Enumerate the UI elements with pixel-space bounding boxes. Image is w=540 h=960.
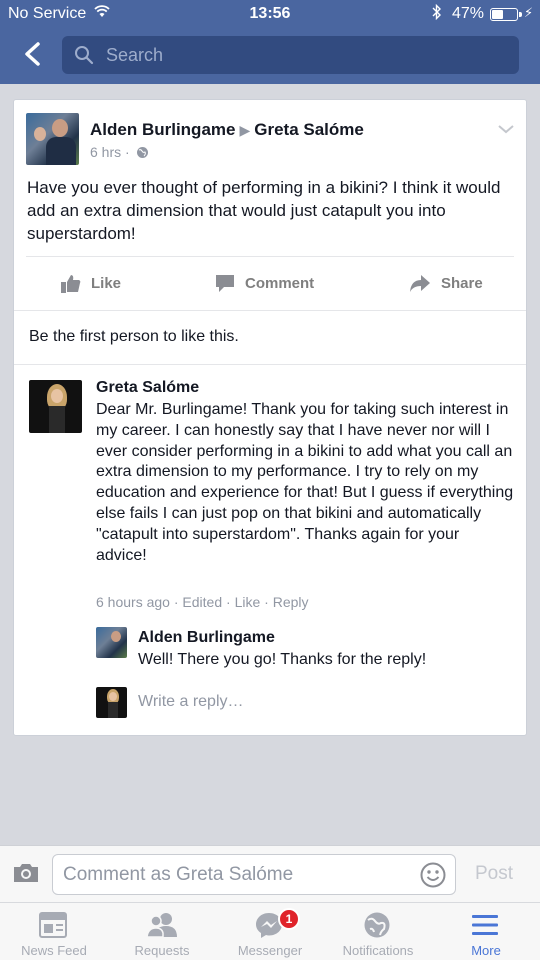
tab-label: Requests (134, 943, 190, 958)
comment-like-link[interactable]: Like (235, 594, 261, 610)
comment-bubble-icon (216, 274, 234, 292)
public-globe-icon (136, 146, 149, 162)
battery-percent: 47% (452, 5, 485, 22)
bottom-tab-bar: News Feed Requests 1 Messenger Notificat… (0, 902, 540, 960)
comment-meta: 6 hours ago · Edited · Like · Reply (96, 594, 309, 610)
emoji-icon[interactable] (420, 862, 446, 893)
like-button[interactable]: Like (61, 270, 121, 296)
likes-summary: Be the first person to like this. (29, 328, 239, 345)
tab-more[interactable]: More (432, 903, 540, 960)
charging-icon: ⚡ (524, 5, 534, 20)
tab-notifications[interactable]: Notifications (324, 903, 432, 960)
share-arrow-icon (410, 274, 430, 292)
comment-edited[interactable]: Edited (182, 594, 222, 610)
battery-icon (490, 8, 522, 21)
tab-messenger[interactable]: 1 Messenger (216, 903, 324, 960)
comment-author-name[interactable]: Greta Salóme (96, 379, 199, 397)
search-icon (74, 45, 94, 70)
like-label: Like (91, 274, 122, 292)
bluetooth-icon (432, 3, 442, 25)
post-author-name[interactable]: Alden Burlingame (90, 120, 235, 139)
separator: · (173, 594, 179, 610)
tab-label: More (471, 943, 501, 958)
divider (26, 256, 514, 257)
post-meta: 6 hrs · (90, 144, 149, 162)
separator: · (226, 594, 231, 610)
comment-input[interactable]: Comment as Greta Salóme (52, 854, 456, 895)
search-bar[interactable]: Search (62, 36, 519, 74)
comment-label: Comment (245, 274, 315, 292)
author-avatar[interactable] (26, 113, 79, 165)
separator: · (264, 594, 269, 610)
globe-icon (364, 912, 390, 938)
write-reply-input[interactable]: Write a reply… (138, 693, 244, 711)
comment-time[interactable]: 6 hours ago (96, 594, 170, 610)
camera-icon[interactable] (12, 862, 40, 889)
tab-label: News Feed (21, 943, 87, 958)
post-card: Alden Burlingame ▶ Greta Salóme 6 hrs · Ha… (13, 99, 527, 736)
post-text: Have you ever thought of performing in a… (27, 178, 501, 243)
tab-news-feed[interactable]: News Feed (0, 903, 108, 960)
tab-requests[interactable]: Requests (108, 903, 216, 960)
messenger-badge: 1 (278, 908, 300, 930)
current-user-avatar (96, 687, 127, 718)
back-button[interactable] (18, 38, 50, 70)
friend-requests-icon (146, 913, 177, 938)
post-button[interactable]: Post (475, 863, 513, 885)
share-button[interactable]: Share (409, 270, 483, 296)
arrow-right-icon: ▶ (239, 122, 251, 138)
comment-placeholder: Comment as Greta Salóme (63, 864, 294, 885)
tab-label: Messenger (237, 943, 303, 958)
news-feed-icon (39, 912, 67, 938)
divider (14, 364, 526, 365)
post-time[interactable]: 6 hrs (90, 144, 121, 160)
status-bar: No Service 13:56 47% ⚡ (0, 0, 540, 28)
thumbs-up-icon (61, 274, 81, 293)
top-header: No Service 13:56 47% ⚡ Search (0, 0, 540, 84)
comment-button[interactable]: Comment (215, 270, 314, 296)
divider (14, 310, 526, 311)
chevron-down-icon[interactable] (497, 122, 515, 140)
share-label: Share (441, 274, 483, 292)
post-target-name[interactable]: Greta Salóme (254, 120, 364, 139)
reply-author-avatar[interactable] (96, 627, 127, 658)
comment-text: Dear Mr. Burlingame! Thank you for takin… (96, 401, 514, 564)
tab-label: Notifications (342, 943, 414, 958)
commenter-avatar[interactable] (29, 380, 82, 433)
menu-icon (472, 915, 498, 935)
search-placeholder: Search (106, 45, 164, 65)
reply-text: Well! There you go! Thanks for the reply… (138, 651, 427, 668)
reply-author-name[interactable]: Alden Burlingame (138, 629, 275, 647)
comment-composer: Comment as Greta Salóme Post (0, 845, 540, 902)
post-header-names: Alden Burlingame ▶ Greta Salóme (90, 120, 364, 140)
comment-reply-link[interactable]: Reply (273, 594, 309, 610)
